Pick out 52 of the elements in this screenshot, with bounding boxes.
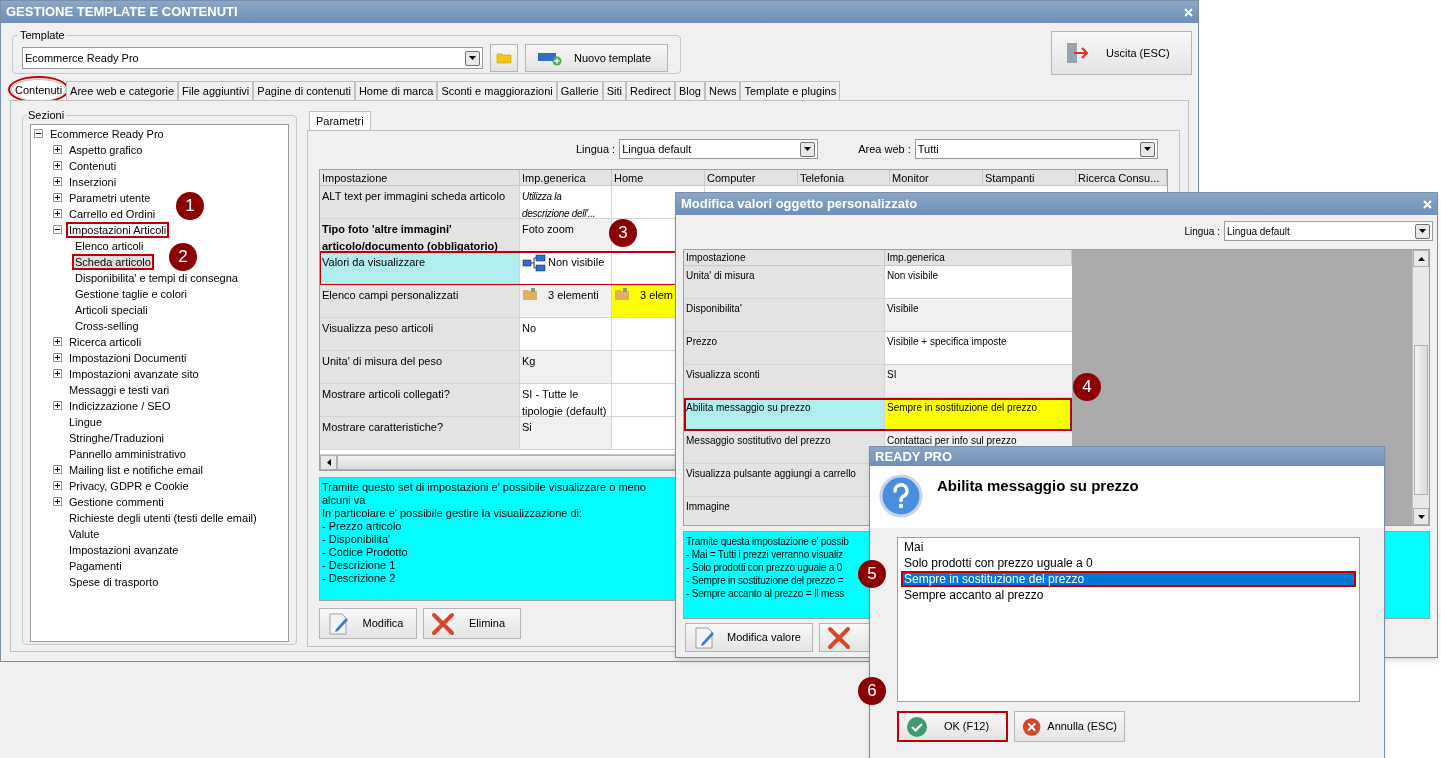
description-line: - Descrizione 2 xyxy=(322,572,397,585)
setting-name: Immagine xyxy=(686,501,730,512)
group-label: Sezioni xyxy=(27,108,66,123)
window-title: GESTIONE TEMPLATE E CONTENUTI xyxy=(6,3,238,22)
description-line: - Prezzo articolo xyxy=(322,520,403,533)
cell-value: 3 elementi xyxy=(548,288,599,303)
description-line: - Mai = Tutti i prezzi verranno visualiz xyxy=(686,548,843,561)
dialog-question: Abilita messaggio su prezzo xyxy=(937,476,1139,496)
cell-value: Contattaci per info sul prezzo xyxy=(887,435,1017,446)
setting-name: Valori da visualizzare xyxy=(322,256,426,268)
description-line: - Sempre accanto al prezzo = Il mess xyxy=(686,587,845,600)
cell-value: Non visibile xyxy=(548,255,605,270)
cell-value: SI xyxy=(887,369,897,380)
setting-name: Disponibilita' xyxy=(686,303,742,314)
setting-name: Visualizza peso articoli xyxy=(322,322,434,334)
description-line: Tramite questa impostazione e' possib xyxy=(686,535,849,548)
cell-value: Sempre in sostituzione del prezzo xyxy=(887,402,1038,413)
setting-name: Mostrare caratteristiche? xyxy=(322,421,444,433)
setting-name: Unita' di misura xyxy=(686,270,755,281)
cell-value: Visibile xyxy=(887,303,919,314)
description-line: - Descrizione 1 xyxy=(322,559,397,572)
cell-value: Si xyxy=(522,421,532,433)
description-line: Tramite questo set di impostazioni e' possibile visualizzare o meno alcuni va xyxy=(322,481,647,507)
window-title: Modifica valori oggetto personalizzato xyxy=(681,195,918,214)
setting-name: Tipo foto 'altre immagini' articolo/documento (obbligatorio) xyxy=(322,223,498,252)
setting-name: Mostrare articoli collegati? xyxy=(322,388,450,400)
window-title: READY PRO xyxy=(875,447,953,466)
description-line: In particolare e' possibile gestire la visualizzazione di: xyxy=(322,507,584,520)
filter-label: Lingua : xyxy=(1184,224,1220,239)
cell-value: Non visibile xyxy=(887,270,939,281)
description-line: - Codice Prodotto xyxy=(322,546,409,559)
setting-name: Visualizza sconti xyxy=(686,369,760,380)
cell-value: Utilizza la descrizione dell'... xyxy=(522,191,596,219)
setting-name: Prezzo xyxy=(686,336,718,347)
cell-value: SI - Tutte le tipologie (default) xyxy=(522,388,607,417)
cell-value: Foto zoom xyxy=(522,223,574,235)
setting-name: Abilita messaggio su prezzo xyxy=(686,402,811,413)
description-line: - Disponibilita' xyxy=(322,533,392,546)
setting-name: Visualizza pulsante aggiungi a carrello xyxy=(686,468,856,479)
filter-label: Lingua : xyxy=(576,141,616,157)
cell-value: 3 elem xyxy=(640,288,674,303)
setting-name: Messaggio sostitutivo del prezzo xyxy=(686,435,831,446)
filter-label: Area web : xyxy=(858,141,911,157)
setting-name: Unita' di misura del peso xyxy=(322,355,443,367)
description-line: - Sempre in sostituzione del prezzo = xyxy=(686,574,844,587)
cell-value: Kg xyxy=(522,355,536,367)
group-label: Template xyxy=(19,28,66,43)
cell-value: Visibile + specifica imposte xyxy=(887,336,1007,347)
cell-value: No xyxy=(522,322,537,334)
description-line: - Solo prodotti con prezzo uguale a 0 xyxy=(686,561,843,574)
setting-name: Elenco campi personalizzati xyxy=(322,289,459,301)
setting-name: ALT text per immagini scheda articolo xyxy=(322,190,505,202)
